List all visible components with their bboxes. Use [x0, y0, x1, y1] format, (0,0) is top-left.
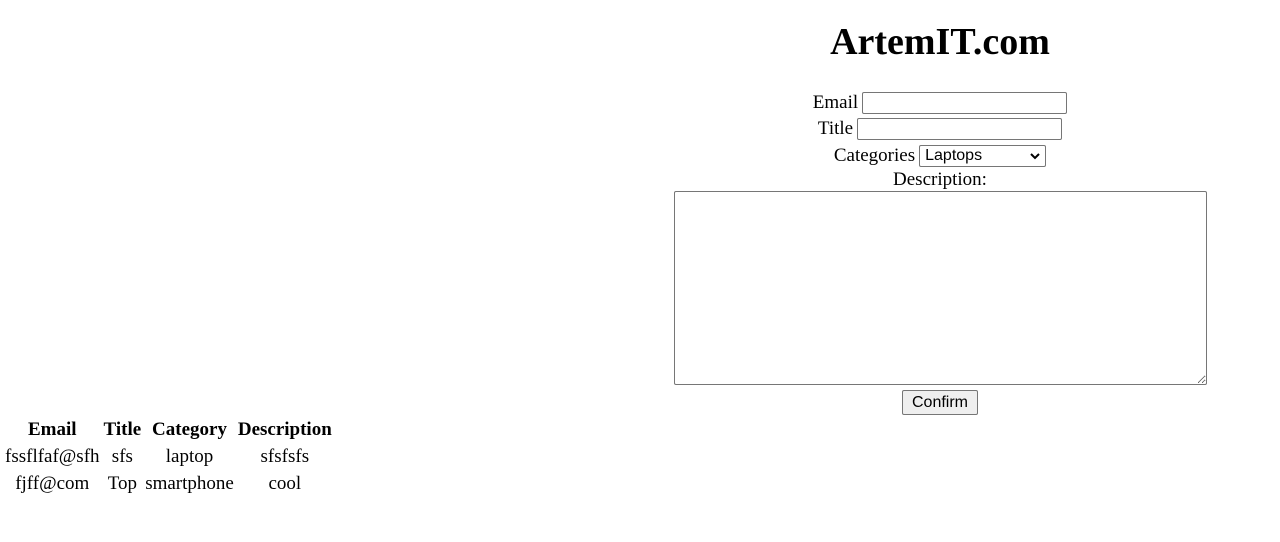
table-row: fssflfaf@sfh sfs laptop sfsfsfs: [4, 444, 333, 469]
cell-title: Top: [107, 472, 137, 494]
table-header-row: Email Title Category Description: [4, 417, 333, 442]
column-header-title: Title: [103, 418, 142, 440]
categories-label: Categories: [833, 145, 916, 166]
chevron-down-icon: [1030, 153, 1040, 160]
email-label: Email: [812, 92, 859, 113]
cell-title: sfs: [111, 445, 133, 467]
description-label: Description:: [893, 169, 987, 190]
categories-select[interactable]: Laptops: [919, 145, 1047, 167]
cell-email: fjff@com: [15, 472, 90, 494]
email-row: Email: [640, 90, 1240, 116]
email-field[interactable]: [862, 92, 1068, 114]
title-row: Title: [640, 116, 1240, 142]
categories-selected-value: Laptops: [925, 147, 983, 164]
cell-category: smartphone: [145, 472, 234, 494]
cell-category: laptop: [165, 445, 214, 467]
title-label: Title: [817, 118, 854, 139]
description-textarea[interactable]: [674, 191, 1207, 385]
cell-description: cool: [268, 472, 302, 494]
table-row: fjff@com Top smartphone cool: [4, 471, 333, 496]
page: ArtemIT.com Email Title Categories Lapto…: [0, 0, 1280, 542]
posts-table: Email Title Category Description fssflfa…: [2, 415, 335, 498]
column-header-email: Email: [27, 418, 77, 440]
cell-description: sfsfsfs: [260, 445, 310, 467]
cell-email: fssflfaf@sfh: [5, 445, 100, 467]
column-header-description: Description: [237, 418, 332, 440]
site-title: ArtemIT.com: [830, 21, 1050, 63]
confirm-button[interactable]: Confirm: [901, 390, 978, 415]
post-form: Email Title Categories Laptops Descripti…: [640, 90, 1240, 415]
title-field[interactable]: [857, 118, 1063, 140]
categories-row: Categories Laptops: [640, 143, 1240, 169]
column-header-category: Category: [152, 418, 227, 440]
